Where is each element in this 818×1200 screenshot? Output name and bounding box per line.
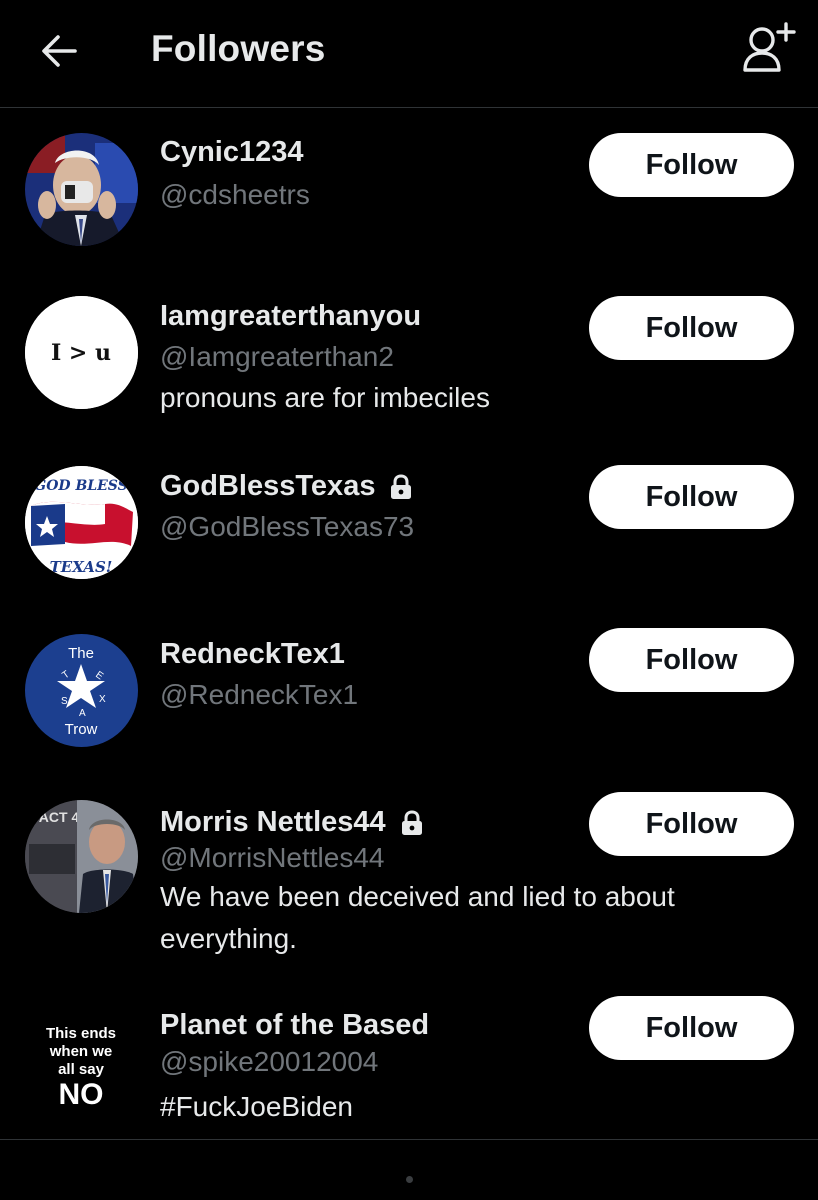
- divider: [0, 1139, 818, 1140]
- bio: #FuckJoeBiden: [160, 1091, 354, 1122]
- display-name[interactable]: Iamgreaterthanyou: [160, 300, 421, 333]
- avatar[interactable]: The T E X S A Trow: [25, 634, 138, 747]
- avatar[interactable]: FACT 44: [25, 800, 138, 913]
- list-item[interactable]: The T E X S A Trow RedneckTex1 @RedneckT…: [0, 619, 818, 789]
- follow-button[interactable]: Follow: [589, 296, 794, 360]
- username: @GodBlessTexas73: [160, 511, 415, 542]
- name-line: Iamgreaterthanyou: [160, 300, 421, 333]
- name-line: Cynic1234: [160, 136, 304, 169]
- avatar-text-bottom: Trow: [65, 721, 98, 738]
- lock-icon: [401, 809, 422, 835]
- add-user-button[interactable]: [738, 20, 798, 76]
- avatar-text-bottom: TEXAS!: [50, 558, 113, 576]
- username: @MorrisNettles44: [160, 842, 385, 873]
- follow-button[interactable]: Follow: [589, 628, 794, 692]
- follow-button[interactable]: Follow: [589, 465, 794, 529]
- svg-text:S: S: [61, 696, 68, 707]
- username: @RedneckTex1: [160, 679, 359, 710]
- name-line: GodBlessTexas: [160, 470, 415, 503]
- scroll-indicator: [406, 1176, 413, 1183]
- avatar-text: I > u: [51, 340, 111, 366]
- avatar-text-top: GOD BLESS: [34, 478, 127, 494]
- avatar-line: NO: [59, 1078, 104, 1111]
- avatar[interactable]: GOD BLESS TEXAS!: [25, 466, 138, 579]
- username: @cdsheetrs: [160, 179, 310, 210]
- avatar[interactable]: [25, 133, 138, 246]
- list-item[interactable]: This ends when we all say NO Planet of t…: [0, 989, 818, 1139]
- display-name[interactable]: Morris Nettles44: [160, 806, 386, 839]
- avatar-text-top: The: [68, 645, 94, 662]
- display-name[interactable]: GodBlessTexas: [160, 470, 375, 503]
- list-item[interactable]: Cynic1234 @cdsheetrs Follow: [0, 109, 818, 279]
- username: @Iamgreaterthan2: [160, 341, 394, 372]
- lock-icon: [391, 473, 412, 499]
- arrow-left-icon: [42, 35, 77, 67]
- bio: pronouns are for imbeciles: [160, 382, 490, 413]
- follow-button[interactable]: Follow: [589, 792, 794, 856]
- list-item[interactable]: GOD BLESS TEXAS! GodBlessTexas @GodBless…: [0, 449, 818, 619]
- display-name[interactable]: RedneckTex1: [160, 638, 345, 671]
- follow-button[interactable]: Follow: [589, 133, 794, 197]
- username: @spike20012004: [160, 1046, 379, 1077]
- list-item[interactable]: I > u Iamgreaterthanyou @Iamgreaterthan2…: [0, 279, 818, 449]
- display-name[interactable]: Cynic1234: [160, 136, 304, 169]
- name-line: RedneckTex1: [160, 638, 345, 671]
- display-name[interactable]: Planet of the Based: [160, 1009, 429, 1042]
- name-line: Planet of the Based: [160, 1009, 429, 1042]
- back-button[interactable]: [34, 28, 84, 74]
- svg-text:X: X: [99, 694, 106, 705]
- avatar-line: when we: [49, 1043, 113, 1060]
- svg-text:A: A: [79, 708, 86, 719]
- avatar-line: This ends: [46, 1025, 116, 1042]
- list-item[interactable]: FACT 44 Morris Nettles44 @MorrisNettles4…: [0, 789, 818, 989]
- bio: We have been deceived and lied to about …: [160, 881, 675, 954]
- top-bar: Followers: [0, 0, 818, 108]
- name-line: Morris Nettles44: [160, 806, 426, 839]
- add-user-icon: [743, 22, 796, 72]
- avatar[interactable]: This ends when we all say NO: [25, 1000, 138, 1113]
- avatar[interactable]: I > u: [25, 296, 138, 409]
- page-title: Followers: [151, 28, 326, 69]
- avatar-line: all say: [58, 1061, 105, 1078]
- follow-button[interactable]: Follow: [589, 996, 794, 1060]
